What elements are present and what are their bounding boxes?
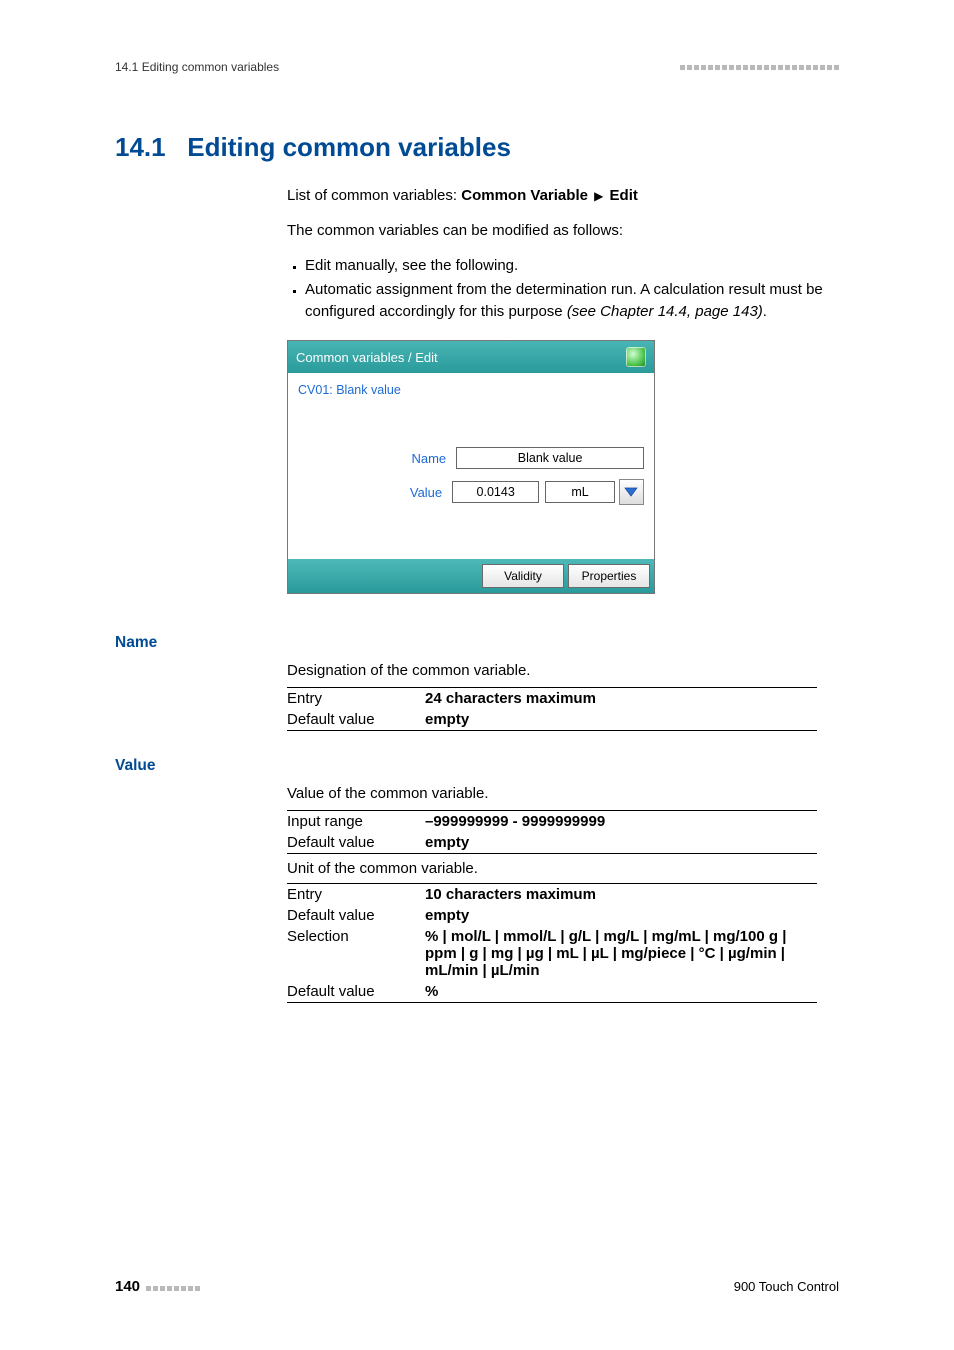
intro-line: The common variables can be modified as …	[287, 220, 839, 241]
value-label: Value	[298, 485, 452, 500]
def-table-value2: Entry10 characters maximum Default value…	[287, 883, 817, 1003]
name-label: Name	[298, 451, 456, 466]
list-item: Edit manually, see the following.	[305, 255, 839, 277]
list-item: Automatic assignment from the determinat…	[305, 279, 839, 323]
def-heading-value: Value	[115, 757, 839, 775]
def-desc: Value of the common variable.	[287, 785, 839, 802]
header-ornament	[678, 65, 839, 70]
def-table-value1: Input range–999999999 - 9999999999 Defau…	[287, 810, 817, 854]
home-icon[interactable]	[626, 347, 646, 367]
name-field[interactable]: Blank value	[456, 447, 644, 469]
chevron-down-icon	[624, 487, 638, 497]
def-desc: Designation of the common variable.	[287, 662, 839, 679]
dialog-subtitle: CV01: Blank value	[298, 383, 644, 397]
properties-button[interactable]: Properties	[568, 564, 650, 588]
unit-field[interactable]: mL	[545, 481, 615, 503]
edit-dialog-screenshot: Common variables / Edit CV01: Blank valu…	[287, 340, 655, 594]
def-table-name: Entry24 characters maximum Default value…	[287, 687, 817, 731]
intro-bullets: Edit manually, see the following. Automa…	[287, 255, 839, 322]
value-field[interactable]: 0.0143	[452, 481, 539, 503]
running-header: 14.1 Editing common variables	[115, 60, 279, 74]
section-title: 14.1 Editing common variables	[115, 132, 839, 163]
validity-button[interactable]: Validity	[482, 564, 564, 588]
def-heading-name: Name	[115, 634, 839, 652]
dialog-title: Common variables / Edit	[296, 350, 438, 365]
unit-dropdown-button[interactable]	[619, 479, 644, 505]
page-number-block: 140	[115, 1278, 200, 1295]
breadcrumb: List of common variables: Common Variabl…	[287, 185, 839, 206]
def-mid: Unit of the common variable.	[287, 854, 817, 883]
footer-product: 900 Touch Control	[734, 1279, 839, 1294]
